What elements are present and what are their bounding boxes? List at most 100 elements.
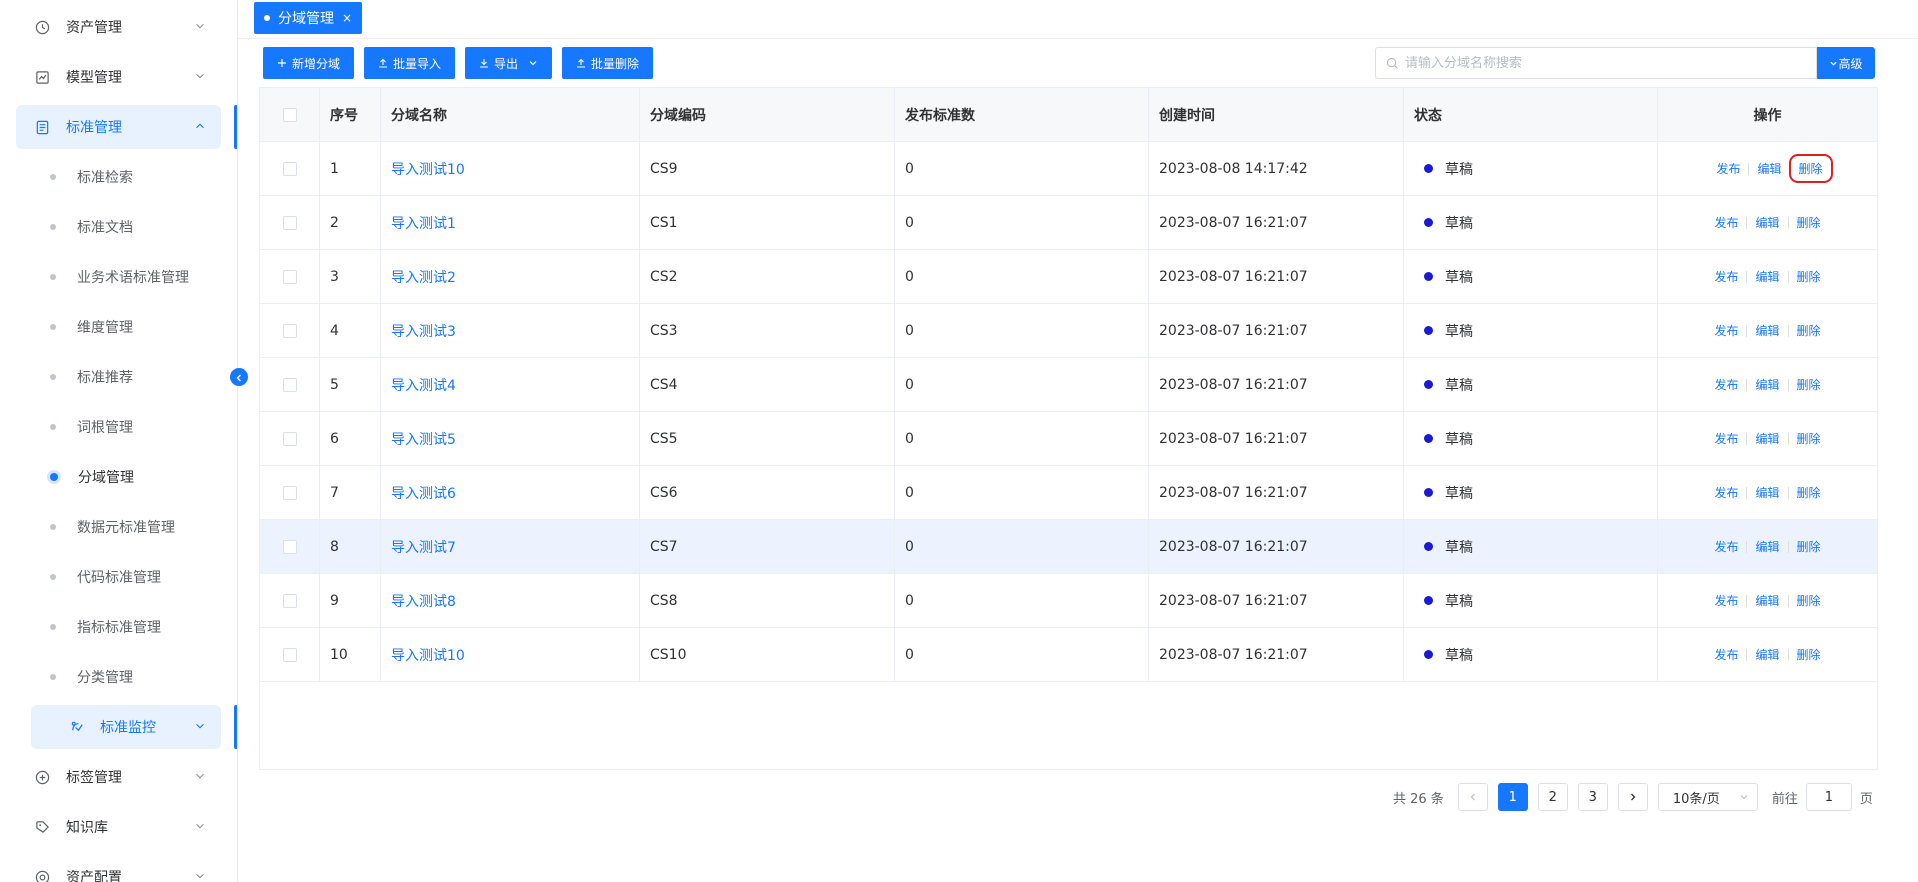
created-time: 2023-08-07 16:21:07 (1149, 628, 1404, 681)
edit-button[interactable]: 编辑 (1747, 592, 1787, 609)
page-button[interactable]: 1 (1497, 783, 1528, 811)
published-count: 0 (895, 358, 1149, 411)
prev-page-button[interactable] (1457, 783, 1488, 811)
sidebar-item-label: 标准文档 (77, 220, 133, 236)
sidebar-item-data-element[interactable]: 数据元标准管理 (50, 507, 175, 547)
row-checkbox[interactable] (282, 485, 297, 500)
created-time: 2023-08-07 16:21:07 (1149, 358, 1404, 411)
publish-button[interactable]: 发布 (1706, 322, 1746, 339)
domain-code: CS7 (640, 520, 895, 573)
row-checkbox[interactable] (282, 593, 297, 608)
edit-button[interactable]: 编辑 (1747, 646, 1787, 663)
export-button[interactable]: 导出 (465, 47, 553, 79)
nav-group-asset-management[interactable]: 资产管理 (16, 5, 221, 49)
domain-name-link[interactable]: 导入测试6 (391, 483, 456, 503)
publish-button[interactable]: 发布 (1706, 484, 1746, 501)
sidebar-item-code-standard[interactable]: 代码标准管理 (50, 557, 161, 597)
edit-button[interactable]: 编辑 (1747, 376, 1787, 393)
chevron-down-icon (193, 19, 209, 35)
delete-button[interactable]: 删除 (1789, 376, 1829, 393)
batch-import-button[interactable]: 批量导入 (364, 47, 456, 79)
row-checkbox[interactable] (282, 161, 297, 176)
delete-button[interactable]: 删除 (1789, 484, 1829, 501)
nav-group-standard-management[interactable]: 标准管理 (16, 105, 221, 149)
publish-button[interactable]: 发布 (1706, 268, 1746, 285)
next-page-button[interactable] (1617, 783, 1648, 811)
sidebar-item-recommend[interactable]: 标准推荐 (50, 357, 133, 397)
delete-button[interactable]: 删除 (1789, 268, 1829, 285)
add-domain-button[interactable]: 新增分域 (263, 47, 355, 79)
page-size-select[interactable]: 10条/页 (1657, 783, 1758, 811)
row-checkbox[interactable] (282, 431, 297, 446)
publish-button[interactable]: 发布 (1708, 160, 1748, 177)
row-checkbox[interactable] (282, 377, 297, 392)
status-text: 草稿 (1445, 647, 1473, 664)
bullet-icon (50, 524, 56, 530)
row-checkbox[interactable] (282, 323, 297, 338)
nav-group-model-management[interactable]: 模型管理 (16, 55, 221, 99)
sidebar-group-standard-monitor[interactable]: 标准监控 (31, 705, 221, 749)
publish-button[interactable]: 发布 (1706, 214, 1746, 231)
domain-name-link[interactable]: 导入测试8 (391, 591, 456, 611)
row-checkbox[interactable] (282, 269, 297, 284)
domain-name-link[interactable]: 导入测试5 (391, 429, 456, 449)
sidebar-item-standard-search[interactable]: 标准检索 (50, 157, 133, 197)
delete-button[interactable]: 删除 (1789, 430, 1829, 447)
row-checkbox[interactable] (282, 539, 297, 554)
sidebar-item-standard-docs[interactable]: 标准文档 (50, 207, 133, 247)
batch-delete-button[interactable]: 批量删除 (562, 47, 654, 79)
page-button[interactable]: 2 (1537, 783, 1568, 811)
delete-button[interactable]: 删除 (1789, 322, 1829, 339)
publish-button[interactable]: 发布 (1706, 646, 1746, 663)
delete-button[interactable]: 删除 (1789, 214, 1829, 231)
edit-button[interactable]: 编辑 (1747, 430, 1787, 447)
close-icon[interactable]: × (342, 11, 352, 25)
domain-name-link[interactable]: 导入测试2 (391, 267, 456, 287)
published-count: 0 (895, 250, 1149, 303)
publish-button[interactable]: 发布 (1706, 538, 1746, 555)
domain-code: CS8 (640, 574, 895, 627)
row-checkbox[interactable] (282, 647, 297, 662)
edit-button[interactable]: 编辑 (1749, 160, 1789, 177)
domain-name-link[interactable]: 导入测试4 (391, 375, 456, 395)
nav-group-tag-management[interactable]: 标签管理 (16, 755, 221, 799)
sidebar-item-dimension[interactable]: 维度管理 (50, 307, 133, 347)
edit-button[interactable]: 编辑 (1747, 538, 1787, 555)
sidebar-item-root-words[interactable]: 词根管理 (50, 407, 133, 447)
advanced-search-button[interactable]: 高级 (1817, 47, 1875, 79)
sidebar-item-metric-standard[interactable]: 指标标准管理 (50, 607, 161, 647)
sidebar-item-domain-management[interactable]: 分域管理 (50, 457, 134, 497)
goto-page-input[interactable] (1805, 783, 1852, 811)
sidebar-item-business-terms[interactable]: 业务术语标准管理 (50, 257, 189, 297)
edit-button[interactable]: 编辑 (1747, 484, 1787, 501)
publish-button[interactable]: 发布 (1706, 376, 1746, 393)
row-checkbox[interactable] (282, 215, 297, 230)
published-count: 0 (895, 466, 1149, 519)
nav-group-asset-config[interactable]: 资产配置 (16, 855, 221, 882)
domain-name-link[interactable]: 导入测试3 (391, 321, 456, 341)
page-button[interactable]: 3 (1577, 783, 1608, 811)
nav-group-label: 标签管理 (66, 770, 122, 786)
edit-button[interactable]: 编辑 (1747, 268, 1787, 285)
select-all-checkbox[interactable] (282, 107, 297, 122)
domain-name-link[interactable]: 导入测试10 (391, 159, 465, 179)
domain-name-link[interactable]: 导入测试1 (391, 213, 456, 233)
edit-button[interactable]: 编辑 (1747, 214, 1787, 231)
edit-button[interactable]: 编辑 (1747, 322, 1787, 339)
delete-button[interactable]: 删除 (1788, 154, 1833, 183)
domain-name-link[interactable]: 导入测试7 (391, 537, 456, 557)
chevron-down-icon (193, 819, 209, 835)
actions-cell: 发布 编辑 删除 (1658, 250, 1877, 303)
publish-button[interactable]: 发布 (1706, 592, 1746, 609)
tab-domain-management[interactable]: 分域管理 × (254, 2, 363, 34)
delete-button[interactable]: 删除 (1789, 538, 1829, 555)
table-row: 4 导入测试3 CS3 0 2023-08-07 16:21:07 草稿 发布 编辑 删除 (260, 304, 1877, 358)
search-input[interactable] (1405, 55, 1785, 71)
publish-button[interactable]: 发布 (1706, 430, 1746, 447)
delete-button[interactable]: 删除 (1789, 646, 1829, 663)
sidebar-item-category[interactable]: 分类管理 (50, 657, 133, 697)
nav-group-knowledge-base[interactable]: 知识库 (16, 805, 221, 849)
delete-button[interactable]: 删除 (1789, 592, 1829, 609)
domain-name-link[interactable]: 导入测试10 (391, 645, 465, 665)
collapse-sidebar-button[interactable] (230, 368, 248, 386)
